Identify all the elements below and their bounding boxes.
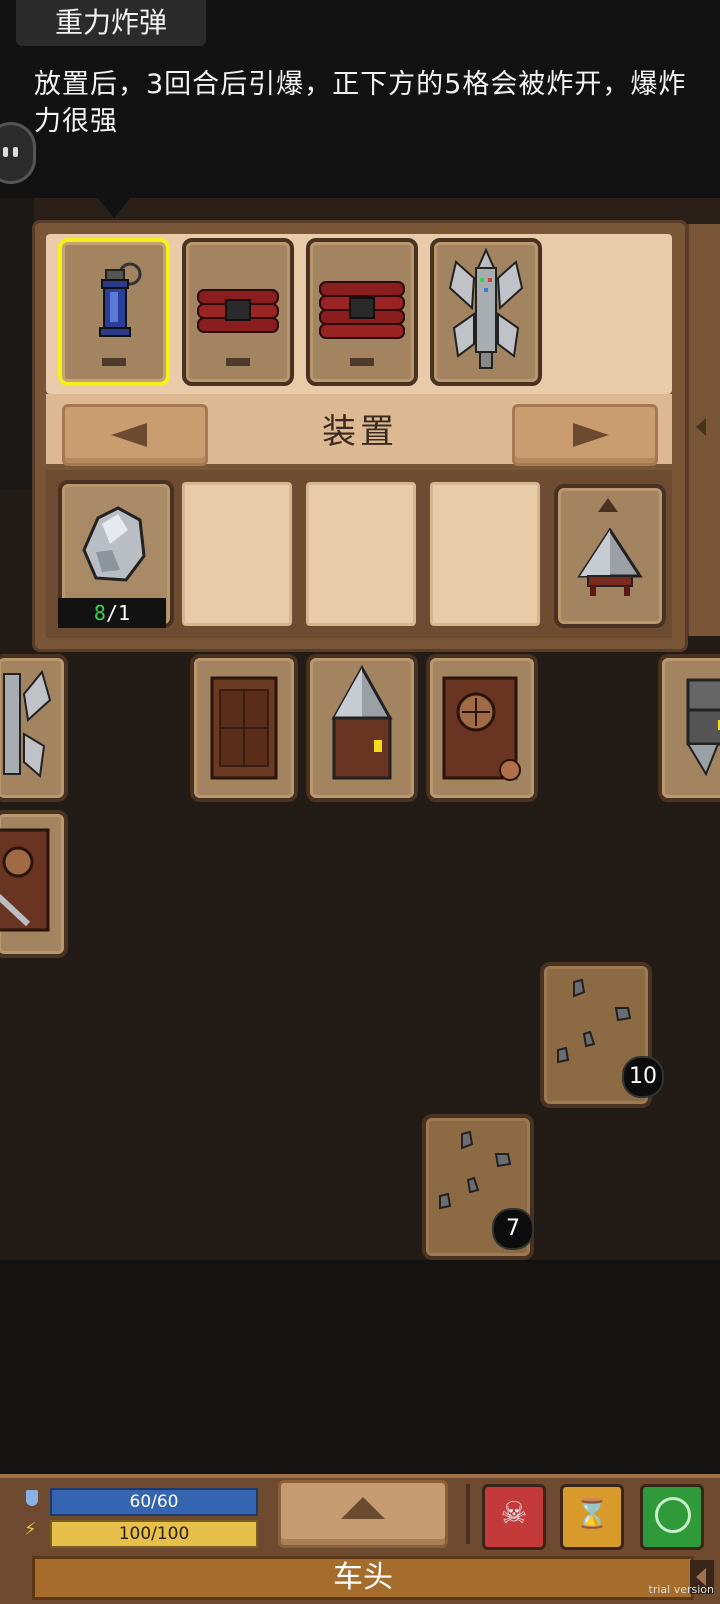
- skull-icon: ☠: [500, 1496, 528, 1531]
- dynamite-bundle-icon: [319, 281, 405, 339]
- recipe-result-slot[interactable]: [554, 484, 666, 628]
- tooltip-pointer: [96, 196, 132, 218]
- tooltip-title: 重力炸弹: [16, 0, 206, 46]
- compass-button[interactable]: [640, 1484, 704, 1550]
- furnace-icon: [442, 676, 521, 781]
- energy-bar: 100/100: [50, 1520, 258, 1548]
- drill-head-icon: [577, 528, 643, 596]
- location-label: 车头: [32, 1556, 694, 1600]
- prev-category-button[interactable]: [62, 404, 208, 466]
- gravity-bomb-icon: [99, 262, 142, 337]
- category-title: 装置: [322, 412, 398, 452]
- item-slot-dynamite[interactable]: [182, 238, 294, 386]
- material-have: 8: [93, 601, 106, 625]
- ore-block[interactable]: 7: [422, 1114, 534, 1260]
- material-slot-ore[interactable]: 8/1: [58, 480, 174, 628]
- drill-tower-icon: [448, 248, 524, 369]
- board-card-gear-crate[interactable]: [0, 810, 68, 958]
- empty-slot[interactable]: [306, 482, 416, 626]
- drill-tower-icon: [3, 669, 52, 778]
- gear-crate-icon: [0, 828, 50, 932]
- next-category-button[interactable]: [512, 404, 658, 466]
- crate-icon: [210, 676, 278, 780]
- ore-count-badge: 7: [492, 1208, 534, 1250]
- board-card-drill-tower[interactable]: [0, 654, 68, 802]
- trial-watermark: trial version: [648, 1583, 714, 1596]
- hourglass-button[interactable]: ⌛: [560, 1484, 624, 1550]
- material-need: /1: [105, 601, 131, 625]
- shield-icon: [26, 1490, 38, 1506]
- arrow-up-icon: [341, 1497, 385, 1519]
- board-card-drill-machine[interactable]: [306, 654, 418, 802]
- compass-icon: [655, 1497, 691, 1533]
- item-slot-drill-tower[interactable]: [430, 238, 542, 386]
- item-slot-gravity-bomb[interactable]: [58, 238, 170, 386]
- arrow-left-icon: [111, 423, 147, 447]
- arrow-right-icon: [573, 423, 609, 447]
- empty-slot[interactable]: [430, 482, 540, 626]
- empty-slot[interactable]: [182, 482, 292, 626]
- hud-divider: [466, 1484, 470, 1544]
- hourglass-icon: ⌛: [574, 1497, 610, 1530]
- lightning-icon: ⚡: [24, 1519, 37, 1540]
- material-count: 8/1: [58, 598, 166, 628]
- tooltip-description: 放置后，3回合后引爆，正下方的5格会被炸开，爆炸力很强: [34, 69, 687, 137]
- drill-machine-icon: [331, 664, 393, 780]
- board-card-furnace[interactable]: [426, 654, 538, 802]
- arrow-up-icon: [598, 498, 618, 512]
- item-slot-dynamite-bundle[interactable]: [306, 238, 418, 386]
- health-bar: 60/60: [50, 1488, 258, 1516]
- expand-button[interactable]: [278, 1480, 448, 1548]
- board-card-crate[interactable]: [190, 654, 298, 802]
- robot-icon: [686, 678, 720, 777]
- ore-chunk-icon: [82, 506, 146, 582]
- ore-block[interactable]: 10: [540, 962, 664, 1108]
- skull-button[interactable]: ☠: [482, 1484, 546, 1550]
- dynamite-icon: [197, 289, 279, 333]
- board-card-robot[interactable]: [658, 654, 720, 802]
- ore-count-badge: 10: [622, 1056, 664, 1098]
